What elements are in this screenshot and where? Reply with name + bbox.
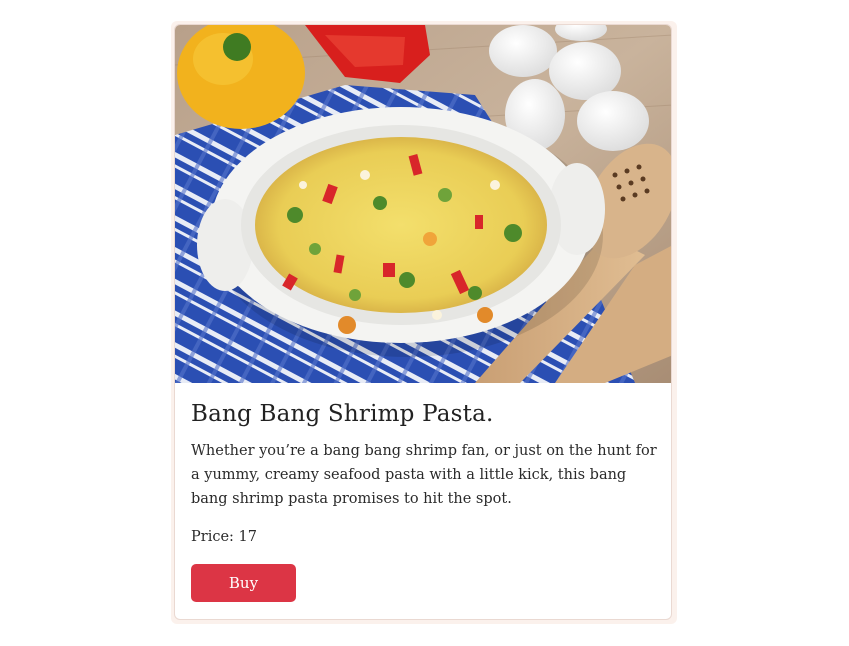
recipe-card: Bang Bang Shrimp Pasta. Whether you’re a…: [174, 24, 672, 620]
recipe-image: [175, 25, 671, 383]
page: Bang Bang Shrimp Pasta. Whether you’re a…: [0, 0, 849, 646]
buy-button[interactable]: Buy: [191, 564, 296, 602]
card-title: Bang Bang Shrimp Pasta.: [191, 401, 494, 427]
card-description: Whether you’re a bang bang shrimp fan, o…: [191, 443, 657, 507]
card-body: Bang Bang Shrimp Pasta. Whether you’re a…: [191, 399, 657, 602]
card-price: Price: 17: [191, 529, 257, 545]
